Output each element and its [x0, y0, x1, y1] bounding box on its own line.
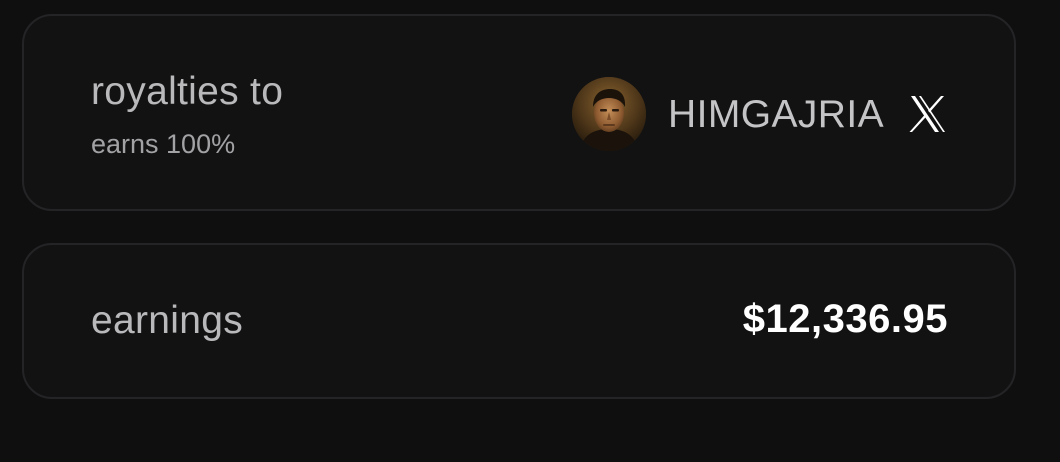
royalties-card: royalties to earns 100% HIMGAJRIA [22, 14, 1016, 211]
earnings-value: $12,336.95 [742, 297, 948, 341]
earnings-label: earnings [91, 299, 244, 342]
x-logo-icon[interactable] [906, 92, 950, 136]
recipient-handle[interactable]: HIMGAJRIA [668, 95, 884, 134]
royalties-share: earns 100% [91, 129, 236, 159]
avatar[interactable] [572, 77, 647, 151]
earnings-card: earnings $12,336.95 [22, 243, 1016, 399]
royalties-title: royalties to [91, 70, 284, 113]
portrait-avatar-icon [572, 77, 647, 151]
royalty-recipient[interactable]: HIMGAJRIA [572, 76, 950, 152]
